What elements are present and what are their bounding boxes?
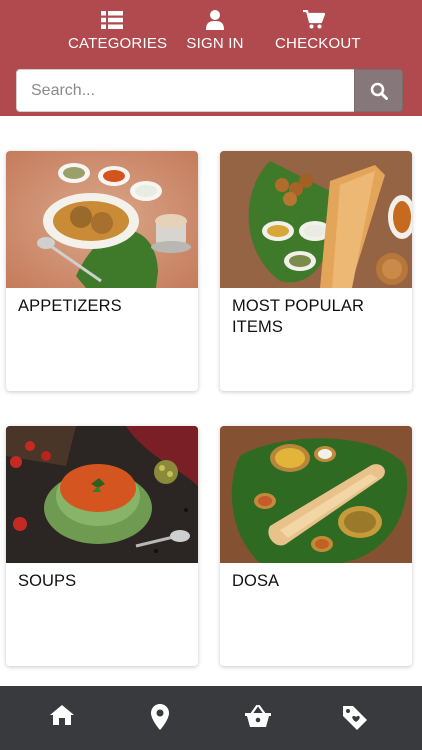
location-pin-icon (151, 704, 169, 730)
dosa-image (220, 426, 412, 563)
bottom-nav-tags[interactable] (338, 704, 374, 734)
home-icon (50, 705, 74, 725)
card-title: MOST POPULAR ITEMS (232, 297, 365, 336)
bottom-nav-home[interactable] (44, 704, 80, 734)
top-header: CATEGORIES SIGN IN CHECKOUT (0, 0, 422, 116)
user-icon (186, 8, 244, 32)
nav-sign-in[interactable]: SIGN IN (186, 8, 244, 58)
most-popular-items-image (220, 151, 412, 288)
nav-categories[interactable]: CATEGORIES (68, 8, 168, 58)
card-title: DOSA (232, 572, 280, 590)
tag-icon (343, 706, 367, 730)
bottom-nav-basket[interactable] (240, 704, 276, 734)
bottom-nav-location[interactable] (142, 704, 178, 734)
search-icon (370, 82, 388, 100)
cart-icon (275, 8, 353, 32)
category-grid: APPETIZERS MOST POPULAR ITEMS SOUPS DOSA (0, 116, 422, 686)
appetizers-image (6, 151, 198, 288)
search-button[interactable] (354, 69, 403, 112)
category-card-dosa[interactable]: DOSA (220, 426, 412, 666)
nav-sign-in-label: SIGN IN (186, 35, 244, 52)
soups-image (6, 426, 198, 563)
category-card-appetizers[interactable]: APPETIZERS (6, 151, 198, 391)
search-bar (16, 69, 403, 112)
basket-icon (245, 704, 271, 727)
card-title: APPETIZERS (18, 297, 122, 315)
search-input[interactable] (16, 69, 355, 112)
card-title: SOUPS (18, 572, 77, 590)
nav-categories-label: CATEGORIES (68, 35, 168, 52)
bottom-nav (0, 686, 422, 750)
list-icon (68, 8, 156, 32)
top-nav: CATEGORIES SIGN IN CHECKOUT (0, 8, 422, 58)
nav-checkout[interactable]: CHECKOUT (275, 8, 361, 58)
category-card-most-popular-items[interactable]: MOST POPULAR ITEMS (220, 151, 412, 391)
nav-checkout-label: CHECKOUT (275, 35, 361, 52)
category-card-soups[interactable]: SOUPS (6, 426, 198, 666)
